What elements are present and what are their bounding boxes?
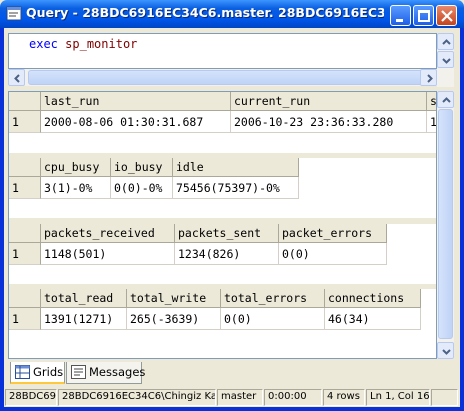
result-grid-1[interactable]: last_run current_run s 1 2000-08-06 01:3… — [9, 92, 436, 133]
editor-scroll-left-button[interactable] — [8, 69, 25, 86]
grid-corner — [9, 224, 41, 243]
messages-icon — [71, 365, 86, 379]
result-grid-2[interactable]: cpu_busy io_busy idle 1 3(1)-0% 0(0)-0% … — [9, 158, 436, 199]
maximize-button[interactable] — [413, 5, 434, 26]
status-connection: 28BDC6916EC34C6\Chingiz Karie — [58, 389, 216, 406]
close-button[interactable] — [436, 5, 457, 26]
column-header[interactable]: packets_sent — [175, 224, 279, 243]
chevron-left-icon — [14, 74, 20, 83]
editor-vertical-scrollbar[interactable] — [437, 33, 454, 87]
window-border-right — [460, 28, 464, 411]
editor-horizontal-thumb[interactable] — [28, 70, 428, 85]
chevron-up-icon — [442, 39, 451, 45]
sql-keyword: exec — [29, 37, 58, 51]
status-cursor-position: Ln 1, Col 16 — [366, 389, 430, 406]
editor-horizontal-scrollbar[interactable] — [8, 69, 437, 86]
chevron-down-icon — [442, 58, 451, 64]
grid-icon — [15, 365, 30, 379]
grid-cell[interactable]: 3(1)-0% — [41, 177, 111, 199]
column-header[interactable]: last_run — [41, 92, 231, 111]
status-row-count: 4 rows — [323, 389, 365, 406]
minimize-icon — [396, 19, 403, 22]
grid-cell[interactable]: 1148(501) — [41, 243, 175, 265]
row-header[interactable]: 1 — [9, 177, 41, 199]
grid-cell[interactable]: 75456(75397)-0% — [173, 177, 299, 199]
status-database: master — [217, 389, 263, 406]
minimize-button[interactable] — [390, 5, 411, 26]
column-header[interactable]: total_write — [127, 289, 221, 308]
results-scroll-down-button[interactable] — [437, 342, 454, 359]
column-header[interactable]: connections — [325, 289, 421, 308]
grid-cell[interactable]: 2000-08-06 01:30:31.687 — [41, 111, 231, 133]
grid-cell[interactable]: 1234(826) — [175, 243, 279, 265]
result-grid-3[interactable]: packets_received packets_sent packet_err… — [9, 224, 436, 265]
results-scroll-up-button[interactable] — [437, 91, 454, 108]
chevron-right-icon — [427, 74, 433, 83]
row-header[interactable]: 1 — [9, 111, 41, 133]
query-window-icon — [6, 6, 22, 21]
grid-cell[interactable]: 265(-3639) — [127, 308, 221, 330]
tab-messages[interactable]: Messages — [66, 362, 146, 384]
grid-cell[interactable]: 0(0) — [221, 308, 325, 330]
row-header[interactable]: 1 — [9, 243, 41, 265]
column-header[interactable]: io_busy — [111, 158, 173, 177]
status-server: 28BDC691 — [5, 389, 57, 406]
grid-cell[interactable]: 1391(1271) — [41, 308, 127, 330]
query-editor[interactable]: exec sp_monitor — [8, 33, 437, 69]
column-header[interactable]: packet_errors — [279, 224, 387, 243]
column-header[interactable]: total_errors — [221, 289, 325, 308]
chevron-up-icon — [442, 97, 451, 103]
tab-label: Grids — [33, 365, 64, 379]
chevron-down-icon — [442, 349, 451, 355]
results-vertical-scrollbar[interactable] — [437, 91, 454, 359]
grid-corner — [9, 158, 41, 177]
grid-cell[interactable]: 2006-10-23 23:36:33.280 — [231, 111, 427, 133]
editor-scroll-right-button[interactable] — [420, 69, 437, 86]
tab-grids[interactable]: Grids — [10, 362, 65, 384]
grid-cell[interactable]: 0(0) — [279, 243, 387, 265]
status-elapsed: 0:00:00 — [264, 389, 322, 406]
editor-scroll-up-button[interactable] — [437, 33, 454, 50]
sql-object: sp_monitor — [65, 37, 138, 51]
window-border-left — [0, 28, 4, 411]
column-header[interactable]: s — [427, 92, 436, 111]
column-header[interactable]: cpu_busy — [41, 158, 111, 177]
column-header[interactable]: total_read — [41, 289, 127, 308]
row-header[interactable]: 1 — [9, 308, 41, 330]
result-grid-4[interactable]: total_read total_write total_errors conn… — [9, 289, 436, 330]
editor-scroll-down-button[interactable] — [437, 51, 454, 68]
column-header[interactable]: packets_received — [41, 224, 175, 243]
status-extra-panel — [431, 389, 458, 406]
column-header[interactable]: current_run — [231, 92, 427, 111]
column-header[interactable]: idle — [173, 158, 299, 177]
grid-corner — [9, 289, 41, 308]
grid-corner — [9, 92, 41, 111]
window-border-bottom — [0, 407, 464, 411]
maximize-icon — [418, 10, 430, 22]
results-vertical-thumb[interactable] — [438, 109, 453, 339]
close-icon — [441, 10, 453, 22]
results-pane[interactable]: last_run current_run s 1 2000-08-06 01:3… — [8, 91, 437, 359]
grid-cell[interactable]: 46(34) — [325, 308, 421, 330]
grid-cell[interactable]: 1 — [427, 111, 436, 133]
window-title: Query - 28BDC6916EC34C6.master. 28BDC691… — [26, 5, 384, 20]
grid-cell[interactable]: 0(0)-0% — [111, 177, 173, 199]
query-text: exec sp_monitor — [29, 37, 137, 51]
tab-label: Messages — [89, 365, 146, 379]
